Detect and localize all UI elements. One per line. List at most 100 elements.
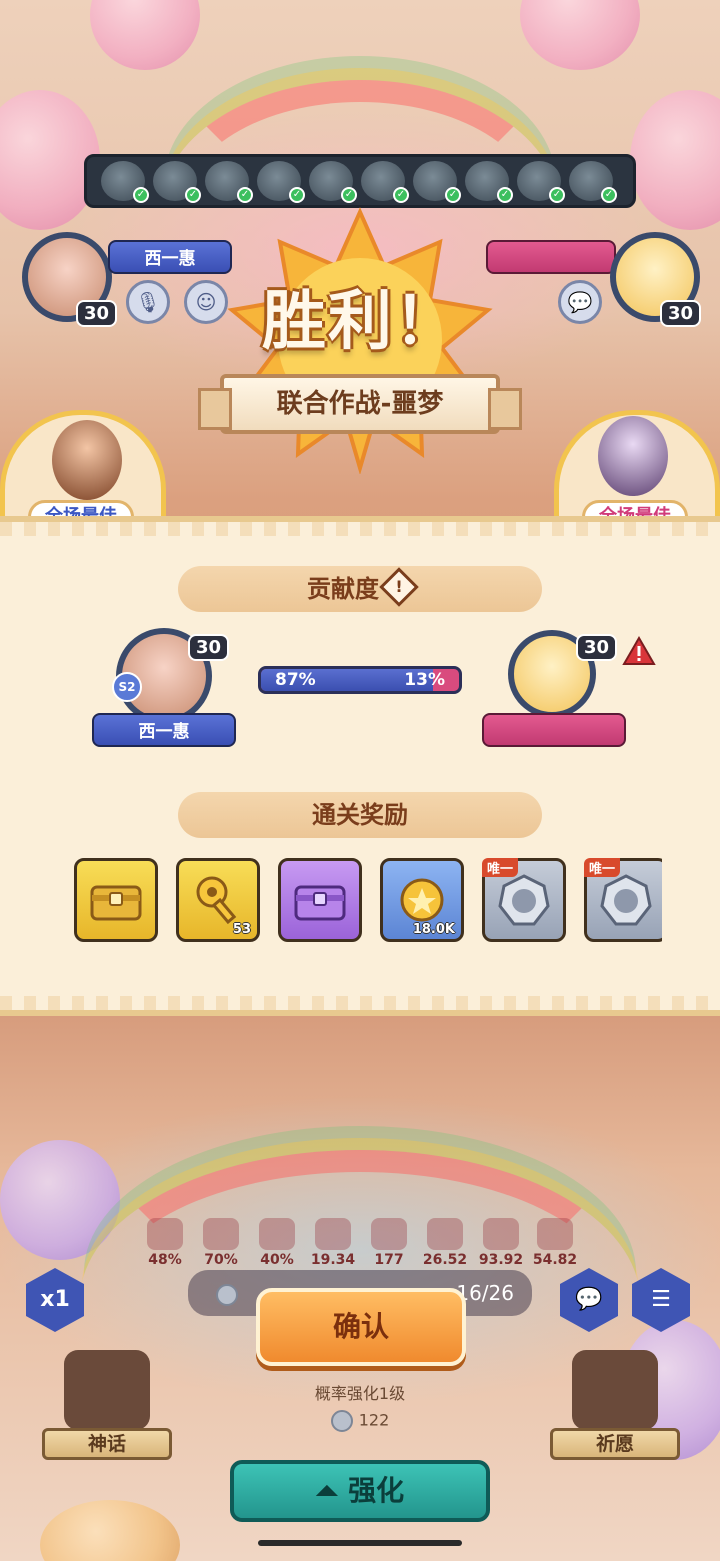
- stat-icon: [371, 1218, 407, 1250]
- check-icon: ✓: [133, 187, 149, 203]
- hero-slot: ✓: [309, 161, 357, 203]
- stat-value: 177: [374, 1252, 404, 1268]
- stat-icon: [259, 1218, 295, 1250]
- reward-gold-coin[interactable]: 18.0K: [380, 858, 464, 942]
- player-right-name: [486, 240, 616, 274]
- player-left-name: 西一惠: [108, 240, 232, 274]
- hero-slot: ✓: [153, 161, 201, 203]
- stat-icon: [315, 1218, 351, 1250]
- check-icon: ✓: [341, 187, 357, 203]
- mythic-button[interactable]: 神话: [42, 1350, 172, 1460]
- stat-value: 48%: [148, 1252, 182, 1268]
- unique-tag: 唯一: [584, 858, 621, 877]
- stat-item: 48%: [140, 1218, 190, 1268]
- hero-slot: ✓: [361, 161, 409, 203]
- wish-button[interactable]: 祈愿: [550, 1350, 680, 1460]
- wish-label: 祈愿: [550, 1428, 680, 1460]
- strengthen-button[interactable]: ⏶ 强化: [230, 1460, 490, 1522]
- check-icon: ✓: [549, 187, 565, 203]
- badge-icon: [600, 874, 652, 926]
- check-icon: ✓: [289, 187, 305, 203]
- key-icon: [196, 876, 237, 925]
- panel-trim: [0, 522, 720, 536]
- player-right-level: 30: [660, 300, 702, 327]
- badge-icon: [498, 874, 550, 926]
- hero-slot: ✓: [257, 161, 305, 203]
- stat-value: 26.52: [422, 1252, 468, 1268]
- stat-item: 177: [364, 1218, 414, 1268]
- stat-item: 54.82: [530, 1218, 580, 1268]
- unique-tag: 唯一: [482, 858, 519, 877]
- purple-chest-icon: [294, 885, 346, 921]
- victory-title: 胜利！: [262, 285, 460, 359]
- confirm-button[interactable]: 确认: [256, 1288, 466, 1366]
- hero-slot: ✓: [205, 161, 253, 203]
- silver-coin-icon: [216, 1283, 238, 1306]
- contrib-left-percent: 87%: [275, 670, 316, 690]
- contrib-right-percent: 13%: [404, 670, 445, 690]
- chat-button[interactable]: 💬: [558, 280, 602, 324]
- stat-icon: [537, 1218, 573, 1250]
- stat-item: 93.92: [476, 1218, 526, 1268]
- contrib-left-name: 西一惠: [92, 713, 236, 747]
- upgrade-arrow-icon: ⏶: [315, 1474, 349, 1507]
- mvp-left-character: [52, 420, 122, 500]
- mvp-right-character: [598, 416, 668, 496]
- info-icon[interactable]: !: [379, 567, 419, 607]
- mode-ribbon: 联合作战-噩梦: [198, 374, 522, 434]
- mic-button[interactable]: 🎙: [126, 280, 170, 324]
- rank-badge-icon: S2: [112, 672, 142, 702]
- reward-qty: 53: [232, 922, 251, 937]
- warning-icon[interactable]: [622, 636, 656, 666]
- stat-icon: [427, 1218, 463, 1250]
- stat-value: 70%: [204, 1252, 238, 1268]
- check-icon: ✓: [237, 187, 253, 203]
- stat-item: 19.34: [308, 1218, 358, 1268]
- hero-slot: ✓: [101, 161, 149, 203]
- contribution-bar: 87% 13%: [258, 666, 462, 694]
- stat-item: 70%: [196, 1218, 246, 1268]
- reward-golden-key[interactable]: 53: [176, 858, 260, 942]
- info-icon-glyph: !: [395, 577, 403, 596]
- stat-icon: [203, 1218, 239, 1250]
- hero-lineup-strip: ✓ ✓ ✓ ✓ ✓ ✓ ✓ ✓ ✓ ✓: [84, 154, 636, 208]
- reward-qty: 18.0K: [412, 922, 455, 937]
- clover-icon: [572, 1350, 658, 1430]
- check-icon: ✓: [601, 187, 617, 203]
- check-icon: ✓: [497, 187, 513, 203]
- panel-trim: [0, 996, 720, 1010]
- hero-slot: ✓: [465, 161, 513, 203]
- stat-icon: [147, 1218, 183, 1250]
- strengthen-label: 强化: [348, 1474, 405, 1507]
- reward-gold-chest[interactable]: [74, 858, 158, 942]
- contribution-title: 贡献度: [307, 575, 379, 603]
- hero-slot: ✓: [517, 161, 565, 203]
- contrib-left-level: 30: [188, 634, 230, 661]
- hero-slot: ✓: [569, 161, 617, 203]
- hero-slot: ✓: [413, 161, 461, 203]
- check-icon: ✓: [185, 187, 201, 203]
- stat-item: 26.52: [420, 1218, 470, 1268]
- stat-value: 54.82: [532, 1252, 578, 1268]
- stat-icon: [483, 1218, 519, 1250]
- stat-item: 40%: [252, 1218, 302, 1268]
- player-left-level: 30: [76, 300, 118, 327]
- emote-button[interactable]: ☺: [184, 280, 228, 324]
- reward-silver-badge[interactable]: 唯一: [482, 858, 566, 942]
- mythic-label: 神话: [42, 1428, 172, 1460]
- upgrade-desc: 概率强化1级: [314, 1384, 406, 1403]
- stat-value: 19.34: [310, 1252, 356, 1268]
- stat-value: 93.92: [478, 1252, 524, 1268]
- check-icon: ✓: [393, 187, 409, 203]
- rewards-header: 通关奖励: [178, 792, 542, 838]
- rewards-row[interactable]: 53 18.0K 唯一 唯一: [74, 858, 662, 944]
- reward-silver-badge-2[interactable]: 唯一: [584, 858, 662, 942]
- upgrade-info: 概率强化1级 122: [208, 1380, 512, 1432]
- contrib-right-name: [482, 713, 626, 747]
- check-icon: ✓: [445, 187, 461, 203]
- silver-coin-icon: [330, 1410, 353, 1432]
- upgrade-cost: 122: [358, 1410, 390, 1430]
- gold-chest-icon: [90, 885, 142, 921]
- upgrade-cost-row: 122: [208, 1410, 512, 1432]
- reward-purple-chest[interactable]: [278, 858, 362, 942]
